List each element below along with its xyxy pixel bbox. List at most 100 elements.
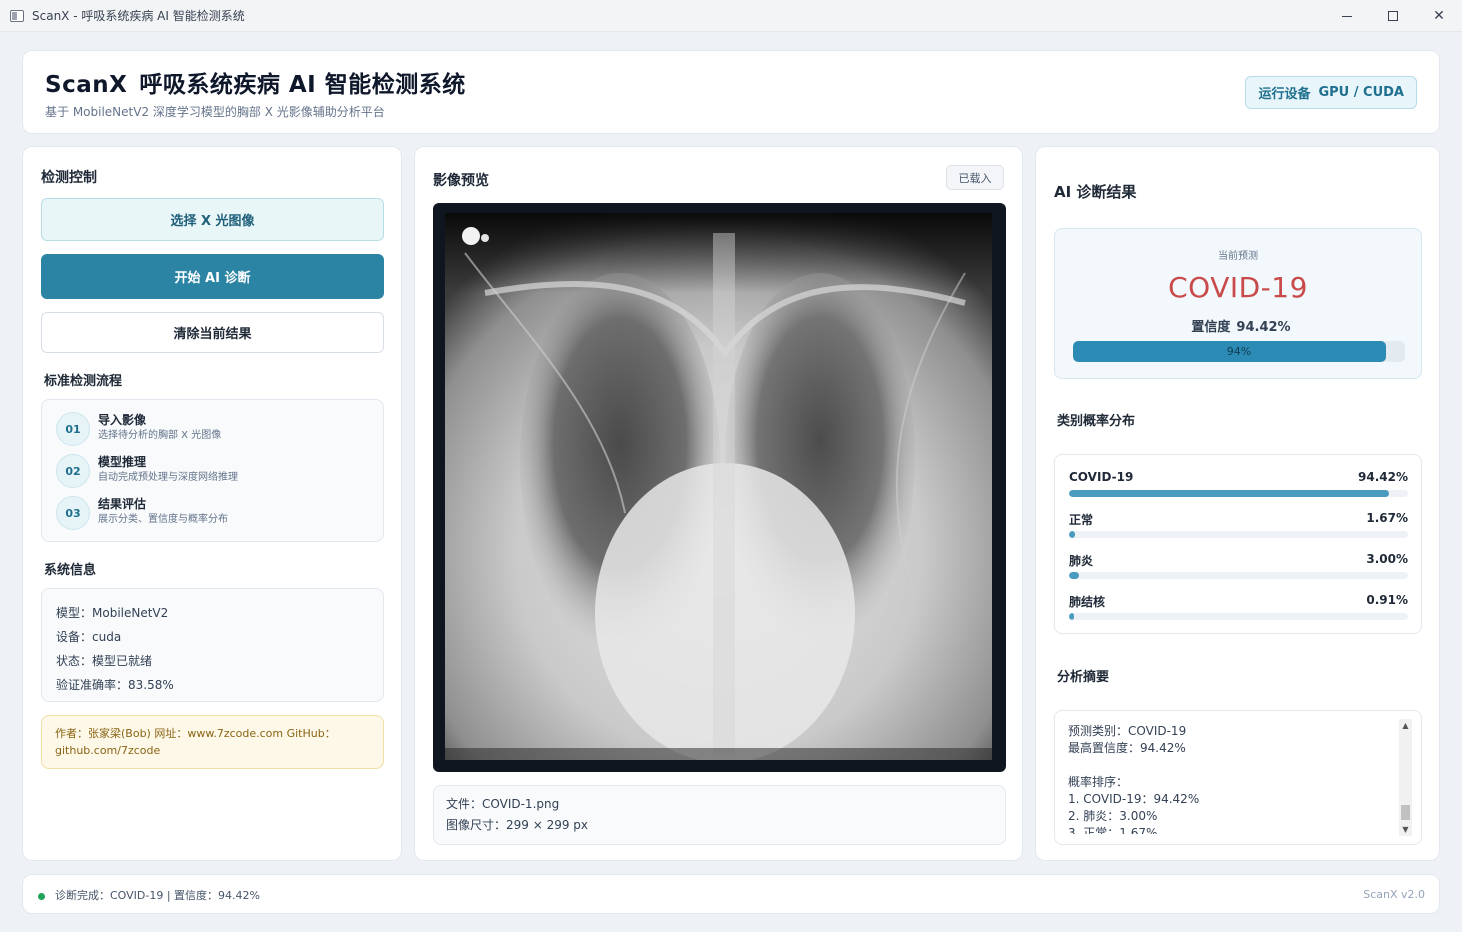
workflow-step: 03 结果评估 展示分类、置信度与概率分布 bbox=[56, 496, 228, 532]
preview-panel: 影像预览 已载入 文件：COVID-1.png 图像尺寸：299 × 299 p… bbox=[414, 146, 1023, 861]
app-window-icon bbox=[10, 9, 24, 22]
maximize-button[interactable] bbox=[1370, 0, 1416, 32]
prediction-caption: 当前预测 bbox=[1218, 251, 1258, 262]
workflow-step: 02 模型推理 自动完成预处理与深度网络推理 bbox=[56, 454, 238, 490]
system-info: 模型：MobileNetV2 设备：cuda 状态：模型已就绪 验证准确率：83… bbox=[41, 588, 384, 702]
xray-image-frame bbox=[433, 203, 1006, 772]
sysinfo-model: 模型：MobileNetV2 bbox=[56, 606, 169, 620]
distribution-row: 肺炎 3.00% bbox=[1069, 552, 1408, 582]
sysinfo-device: 设备：cuda bbox=[56, 630, 122, 644]
summary-line bbox=[1068, 757, 1398, 774]
workflow-title: 标准检测流程 bbox=[44, 374, 123, 389]
xray-image bbox=[445, 213, 992, 760]
step-title: 结果评估 bbox=[98, 497, 147, 511]
probability-fill bbox=[1069, 613, 1075, 620]
page-subtitle: 基于 MobileNetV2 深度学习模型的胸部 X 光影像辅助分析平台 bbox=[45, 105, 385, 119]
confidence-bar: 94% bbox=[1073, 341, 1405, 362]
window-title: ScanX - 呼吸系统疾病 AI 智能检测系统 bbox=[32, 9, 245, 23]
scroll-down-icon[interactable]: ▼ bbox=[1399, 823, 1412, 836]
start-diagnosis-button[interactable]: 开始 AI 诊断 bbox=[41, 254, 384, 299]
window-titlebar: ScanX - 呼吸系统疾病 AI 智能检测系统 ✕ bbox=[0, 0, 1462, 32]
summary-line: 2. 肺炎：3.00% bbox=[1068, 809, 1158, 823]
sysinfo-status: 状态：模型已就绪 bbox=[56, 654, 153, 668]
probability-fill bbox=[1069, 531, 1075, 538]
step-description: 选择待分析的胸部 X 光图像 bbox=[98, 430, 222, 441]
summary-line: 3. 正常：1.67% bbox=[1068, 826, 1158, 834]
distribution-title: 类别概率分布 bbox=[1057, 414, 1136, 429]
probability-track bbox=[1069, 572, 1408, 579]
clear-results-button[interactable]: 清除当前结果 bbox=[41, 312, 384, 353]
step-title: 模型推理 bbox=[98, 455, 147, 469]
class-probability: 3.00% bbox=[1366, 552, 1408, 566]
summary-line: 概率排序： bbox=[1068, 775, 1129, 789]
summary-line: 1. COVID-19：94.42% bbox=[1068, 792, 1200, 806]
window-controls: ✕ bbox=[1324, 0, 1462, 32]
image-size: 图像尺寸：299 × 299 px bbox=[446, 818, 589, 832]
prediction-card: 当前预测 COVID-19 置信度 94.42% 94% bbox=[1054, 228, 1422, 379]
scrollbar-thumb[interactable] bbox=[1401, 805, 1410, 820]
select-image-button[interactable]: 选择 X 光图像 bbox=[41, 198, 384, 241]
status-indicator-icon bbox=[38, 893, 45, 900]
sysinfo-title: 系统信息 bbox=[44, 563, 97, 578]
scroll-up-icon[interactable]: ▲ bbox=[1399, 719, 1412, 732]
probability-track bbox=[1069, 490, 1408, 497]
probability-fill bbox=[1069, 572, 1080, 579]
class-probability: 94.42% bbox=[1358, 470, 1408, 484]
summary-line: 最高置信度：94.42% bbox=[1068, 741, 1186, 755]
summary-title: 分析摘要 bbox=[1057, 670, 1110, 685]
page-title: ScanX 呼吸系统疾病 AI 智能检测系统 bbox=[45, 65, 466, 99]
result-panel: AI 诊断结果 当前预测 COVID-19 置信度 94.42% 94% 类别概率… bbox=[1035, 146, 1440, 861]
confidence-text: 置信度 94.42% bbox=[1055, 316, 1421, 335]
status-text: 诊断完成：COVID-19 | 置信度：94.42% bbox=[55, 889, 260, 902]
probability-distribution: COVID-19 94.42% 正常 1.67% 肺炎 3.00% 肺结核 0.… bbox=[1054, 454, 1422, 634]
step-number: 03 bbox=[56, 496, 90, 530]
app-header: ScanX 呼吸系统疾病 AI 智能检测系统 基于 MobileNetV2 深度学… bbox=[22, 50, 1440, 134]
loaded-badge: 已载入 bbox=[946, 165, 1004, 190]
distribution-row: COVID-19 94.42% bbox=[1069, 470, 1408, 500]
sysinfo-accuracy: 验证准确率：83.58% bbox=[56, 678, 174, 692]
workflow-steps: 01 导入影像 选择待分析的胸部 X 光图像 02 模型推理 自动完成预处理与深… bbox=[41, 399, 384, 542]
file-info: 文件：COVID-1.png 图像尺寸：299 × 299 px bbox=[433, 785, 1006, 845]
close-icon: ✕ bbox=[1433, 8, 1445, 24]
device-badge: 运行设备 GPU / CUDA bbox=[1245, 76, 1417, 109]
device-label: 运行设备 bbox=[1258, 87, 1311, 102]
step-description: 自动完成预处理与深度网络推理 bbox=[98, 472, 238, 483]
confidence-bar-label: 94% bbox=[1226, 345, 1252, 358]
class-probability: 0.91% bbox=[1366, 593, 1408, 607]
brand-name: ScanX bbox=[45, 72, 128, 98]
step-number: 02 bbox=[56, 454, 90, 488]
confidence-label: 置信度 bbox=[1191, 320, 1231, 335]
step-number: 01 bbox=[56, 412, 90, 446]
distribution-row: 肺结核 0.91% bbox=[1069, 593, 1408, 623]
minimize-icon bbox=[1342, 15, 1352, 17]
summary-scrollbar[interactable]: ▲ ▼ bbox=[1399, 719, 1412, 836]
probability-track bbox=[1069, 613, 1408, 620]
device-value: GPU / CUDA bbox=[1318, 85, 1404, 100]
probability-track bbox=[1069, 531, 1408, 538]
file-name: 文件：COVID-1.png bbox=[446, 797, 560, 811]
class-probability: 1.67% bbox=[1366, 511, 1408, 525]
class-name: 正常 bbox=[1069, 513, 1094, 527]
maximize-icon bbox=[1388, 11, 1398, 21]
result-title: AI 诊断结果 bbox=[1054, 183, 1137, 201]
analysis-summary[interactable]: 预测类别：COVID-19 最高置信度：94.42% 概率排序： 1. COVI… bbox=[1054, 710, 1422, 845]
minimize-button[interactable] bbox=[1324, 0, 1370, 32]
control-panel: 检测控制 选择 X 光图像 开始 AI 诊断 清除当前结果 标准检测流程 01 … bbox=[22, 146, 402, 861]
step-title: 导入影像 bbox=[98, 413, 147, 427]
class-name: 肺炎 bbox=[1069, 554, 1094, 568]
class-name: 肺结核 bbox=[1069, 595, 1106, 609]
version-label: ScanX v2.0 bbox=[1363, 888, 1425, 901]
confidence-value: 94.42% bbox=[1236, 320, 1291, 335]
distribution-row: 正常 1.67% bbox=[1069, 511, 1408, 541]
step-description: 展示分类、置信度与概率分布 bbox=[98, 514, 228, 525]
author-info: 作者：张家梁(Bob) 网址：www.7zcode.com GitHub：git… bbox=[41, 715, 384, 769]
close-button[interactable]: ✕ bbox=[1416, 0, 1462, 32]
preview-title: 影像预览 bbox=[433, 173, 489, 189]
summary-text: 预测类别：COVID-19 最高置信度：94.42% 概率排序： 1. COVI… bbox=[1068, 723, 1398, 834]
workflow-step: 01 导入影像 选择待分析的胸部 X 光图像 bbox=[56, 412, 221, 448]
status-bar: 诊断完成：COVID-19 | 置信度：94.42% ScanX v2.0 bbox=[22, 874, 1440, 914]
summary-line: 预测类别：COVID-19 bbox=[1068, 724, 1187, 738]
control-title: 检测控制 bbox=[41, 170, 97, 186]
prediction-class: COVID-19 bbox=[1168, 271, 1308, 304]
class-name: COVID-19 bbox=[1069, 470, 1134, 484]
